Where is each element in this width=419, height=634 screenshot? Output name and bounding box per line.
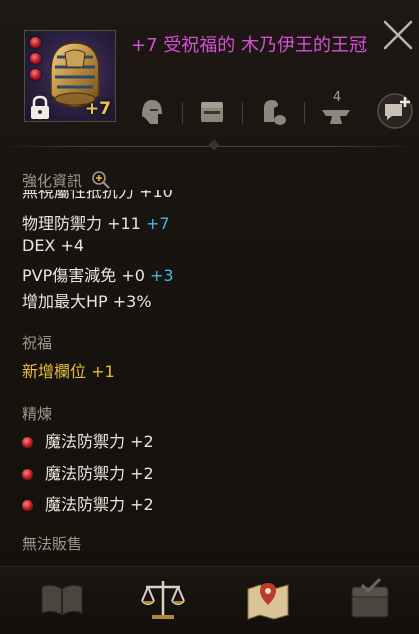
stat-line: 物理防禦力 +11 +7 bbox=[22, 214, 170, 233]
item-tooltip-panel: +7 +7 受祝福的 木乃伊王的王冠 4 強化資訊 無視屬性抵抗力 +10 物理… bbox=[0, 0, 419, 634]
trade-note: 無法販售 bbox=[22, 535, 83, 553]
refine-section-title: 精煉 bbox=[22, 405, 53, 423]
red-gem-icon bbox=[22, 437, 33, 448]
stat-line: DEX +4 bbox=[22, 236, 85, 255]
pet-icon[interactable] bbox=[258, 96, 288, 128]
red-gem-icon bbox=[22, 500, 33, 511]
stat-line: 增加最大HP +3% bbox=[22, 292, 152, 311]
chest-check-icon[interactable] bbox=[346, 577, 394, 623]
divider-ornament bbox=[208, 139, 220, 151]
red-gem-icon bbox=[22, 469, 33, 480]
chat-add-icon[interactable] bbox=[376, 92, 414, 130]
item-name: +7 受祝福的 木乃伊王的王冠 bbox=[131, 35, 367, 56]
blessing-line: 新增欄位 +1 bbox=[22, 362, 115, 381]
anvil-count: 4 bbox=[332, 90, 342, 105]
close-icon[interactable] bbox=[381, 18, 415, 52]
helmet-icon[interactable] bbox=[138, 96, 166, 128]
stat-line-cutoff: 無視屬性抵抗力 +10 bbox=[22, 190, 173, 201]
refine-line: 魔法防禦力 +2 bbox=[22, 491, 154, 515]
book-icon[interactable] bbox=[38, 577, 86, 621]
refine-line: 魔法防禦力 +2 bbox=[22, 428, 154, 452]
enhance-level-badge: +7 bbox=[84, 99, 111, 119]
stat-line: PVP傷害減免 +0 +3 bbox=[22, 266, 174, 285]
blessing-section-title: 祝福 bbox=[22, 334, 53, 352]
zoom-in-icon[interactable] bbox=[91, 170, 111, 190]
scale-icon[interactable] bbox=[138, 577, 188, 623]
item-tool-row: 4 bbox=[126, 90, 418, 136]
lock-icon bbox=[31, 95, 49, 119]
anvil-icon[interactable] bbox=[320, 106, 352, 128]
chest-icon[interactable] bbox=[198, 98, 226, 126]
map-icon[interactable] bbox=[244, 577, 292, 623]
refine-line: 魔法防禦力 +2 bbox=[22, 460, 154, 484]
enhance-section-title: 強化資訊 bbox=[22, 170, 111, 191]
item-icon[interactable]: +7 bbox=[24, 30, 116, 122]
bottom-action-bar bbox=[0, 566, 419, 634]
